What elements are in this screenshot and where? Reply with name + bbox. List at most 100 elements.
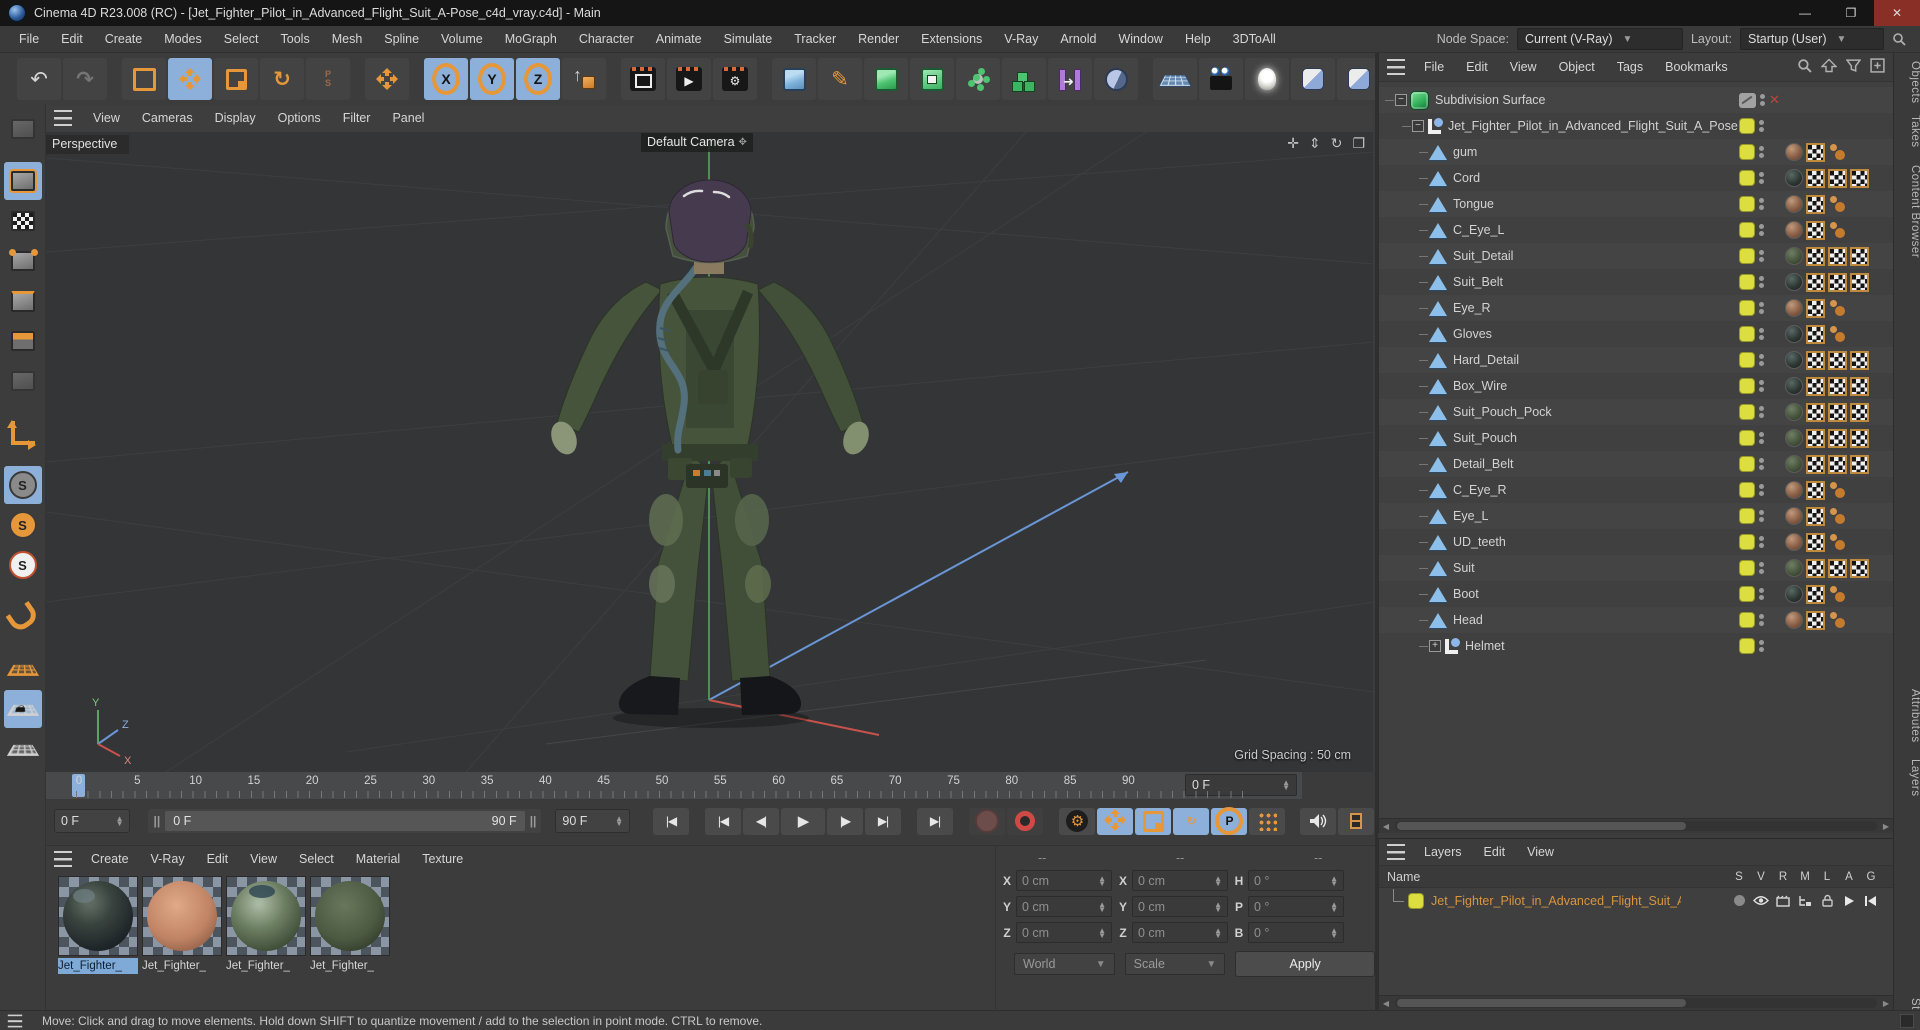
visibility-dots-icon[interactable] xyxy=(1760,94,1765,106)
coord-value-field[interactable]: 0 cm ▲ ▼ xyxy=(1132,896,1228,917)
material-tag-icon[interactable] xyxy=(1785,247,1803,265)
uvw-tag-icon[interactable] xyxy=(1850,428,1869,448)
coord-value-field[interactable]: 0 ° ▲ ▼ xyxy=(1248,896,1344,917)
layers-menu-view[interactable]: View xyxy=(1516,845,1565,859)
volume-button[interactable] xyxy=(1002,58,1046,100)
range-handle-left[interactable]: || xyxy=(148,814,165,828)
mograph-button[interactable] xyxy=(956,58,1000,100)
active-tool-move-button[interactable] xyxy=(365,58,409,100)
uvw-tag-icon[interactable] xyxy=(1806,350,1825,370)
layer-color-swatch[interactable] xyxy=(1739,274,1755,290)
enable-axis-button[interactable]: S xyxy=(3,466,42,504)
object-name[interactable]: Detail_Belt xyxy=(1453,457,1513,471)
uvw-tag-icon[interactable] xyxy=(1828,402,1847,422)
object-name[interactable]: Suit xyxy=(1453,561,1475,575)
viewport-menu-options[interactable]: Options xyxy=(267,111,332,125)
tree-row[interactable]: Suit xyxy=(1379,555,1893,581)
coord-value-field[interactable]: 0 cm ▲ ▼ xyxy=(1132,922,1228,943)
uvw-tag-icon[interactable] xyxy=(1806,194,1825,214)
goto-end-button[interactable]: ▶| xyxy=(917,807,953,835)
side-tab-objects[interactable]: Objects xyxy=(1894,61,1920,104)
spinner-icon[interactable]: ▲ ▼ xyxy=(1214,874,1222,887)
undo-button[interactable]: ↶ xyxy=(17,58,61,100)
visibility-dots-icon[interactable] xyxy=(1759,562,1764,574)
visibility-dots-icon[interactable] xyxy=(1759,536,1764,548)
tree-row[interactable]: Boot xyxy=(1379,581,1893,607)
menu-v-ray[interactable]: V-Ray xyxy=(993,32,1049,46)
solo-dot-icon[interactable] xyxy=(1728,894,1750,907)
object-name[interactable]: Subdivision Surface xyxy=(1435,93,1545,107)
spinner-icon[interactable]: ▲ ▼ xyxy=(1330,874,1338,887)
preview-range-slider[interactable]: || 0 F 90 F || xyxy=(148,809,542,833)
status-menu-icon[interactable] xyxy=(7,1014,23,1027)
tree-row[interactable]: Suit_Pouch xyxy=(1379,425,1893,451)
visibility-dots-icon[interactable] xyxy=(1759,406,1764,418)
menu-edit[interactable]: Edit xyxy=(50,32,94,46)
panel-divider[interactable] xyxy=(1375,53,1378,1010)
material-tag-icon[interactable] xyxy=(1785,611,1803,629)
record-keyframe-button[interactable] xyxy=(969,807,1005,835)
tree-row[interactable]: gum xyxy=(1379,139,1893,165)
object-name[interactable]: Suit_Belt xyxy=(1453,275,1503,289)
spinner-icon[interactable]: ▲ ▼ xyxy=(1098,926,1106,939)
viewport-view-label[interactable]: Perspective xyxy=(46,135,130,154)
spinner-icon[interactable]: ▲ ▼ xyxy=(1214,900,1222,913)
maximize-view-icon[interactable]: ❐ xyxy=(1352,135,1365,152)
expand-icon[interactable]: + xyxy=(1429,640,1441,652)
material-label[interactable]: Jet_Fighter_ xyxy=(310,958,390,974)
spinner-icon[interactable]: ▲ ▼ xyxy=(116,815,124,828)
uvw-tag-icon[interactable] xyxy=(1806,298,1825,318)
material-menu-select[interactable]: Select xyxy=(288,852,345,866)
material-label[interactable]: Jet_Fighter_ xyxy=(58,958,138,974)
material-tag-icon[interactable] xyxy=(1785,377,1803,395)
texture-mode-button[interactable] xyxy=(4,202,42,240)
uvw-tag-icon[interactable] xyxy=(1806,558,1825,578)
layer-color-swatch[interactable] xyxy=(1739,222,1755,238)
layer-row[interactable]: Jet_Fighter_Pilot_in_Advanced_Flight_Sui… xyxy=(1379,888,1893,913)
planar-workplane-button[interactable] xyxy=(4,730,42,768)
visibility-dots-icon[interactable] xyxy=(1759,354,1764,366)
layer-color-swatch[interactable] xyxy=(1739,612,1755,628)
layer-color-swatch[interactable] xyxy=(1739,170,1755,186)
spinner-icon[interactable]: ▲ ▼ xyxy=(1214,926,1222,939)
spinner-icon[interactable]: ▲ ▼ xyxy=(1098,900,1106,913)
tree-row[interactable]: Cord xyxy=(1379,165,1893,191)
object-name[interactable]: Eye_R xyxy=(1453,301,1491,315)
material-thumbnail[interactable] xyxy=(142,876,222,956)
layer-color-swatch[interactable] xyxy=(1739,378,1755,394)
menu-mesh[interactable]: Mesh xyxy=(321,32,374,46)
viewport-menu-filter[interactable]: Filter xyxy=(332,111,382,125)
object-menu-object[interactable]: Object xyxy=(1548,60,1606,74)
phong-tag-icon[interactable] xyxy=(1828,611,1846,629)
rotate-button[interactable]: ↻ xyxy=(260,58,304,100)
generator-toggle-icon[interactable] xyxy=(1860,894,1882,907)
menu-3dtoall[interactable]: 3DToAll xyxy=(1222,32,1287,46)
object-name[interactable]: Gloves xyxy=(1453,327,1492,341)
layers-menu-edit[interactable]: Edit xyxy=(1473,845,1517,859)
layer-color-swatch[interactable] xyxy=(1739,560,1755,576)
viewport-menu-display[interactable]: Display xyxy=(204,111,267,125)
object-name[interactable]: UD_teeth xyxy=(1453,535,1506,549)
layer-color-swatch[interactable] xyxy=(1739,508,1755,524)
range-start-field[interactable]: 0 F ▲ ▼ xyxy=(54,809,131,833)
menu-volume[interactable]: Volume xyxy=(430,32,494,46)
layer-color-swatch[interactable] xyxy=(1739,300,1755,316)
phong-tag-icon[interactable] xyxy=(1828,299,1846,317)
axis-mode-button[interactable] xyxy=(4,414,42,452)
visibility-dots-icon[interactable] xyxy=(1759,510,1764,522)
uvw-tag-icon[interactable] xyxy=(1850,350,1869,370)
layer-color-swatch[interactable] xyxy=(1739,144,1755,160)
key-parameter-button[interactable]: P xyxy=(1211,807,1247,835)
path-up-icon[interactable] xyxy=(1820,58,1838,76)
tree-row[interactable]: C_Eye_L xyxy=(1379,217,1893,243)
visibility-dots-icon[interactable] xyxy=(1759,198,1764,210)
play-button[interactable]: ▶ xyxy=(781,807,825,835)
layer-name[interactable]: Jet_Fighter_Pilot_in_Advanced_Flight_Sui… xyxy=(1431,894,1681,908)
display-tag-icon[interactable] xyxy=(1739,92,1756,108)
phong-tag-icon[interactable] xyxy=(1828,143,1846,161)
layer-color-swatch[interactable] xyxy=(1739,456,1755,472)
coord-value-field[interactable]: 0 cm ▲ ▼ xyxy=(1016,870,1112,891)
lock-y-button[interactable]: Y xyxy=(470,58,514,100)
visibility-dots-icon[interactable] xyxy=(1759,380,1764,392)
object-name[interactable]: Boot xyxy=(1453,587,1479,601)
